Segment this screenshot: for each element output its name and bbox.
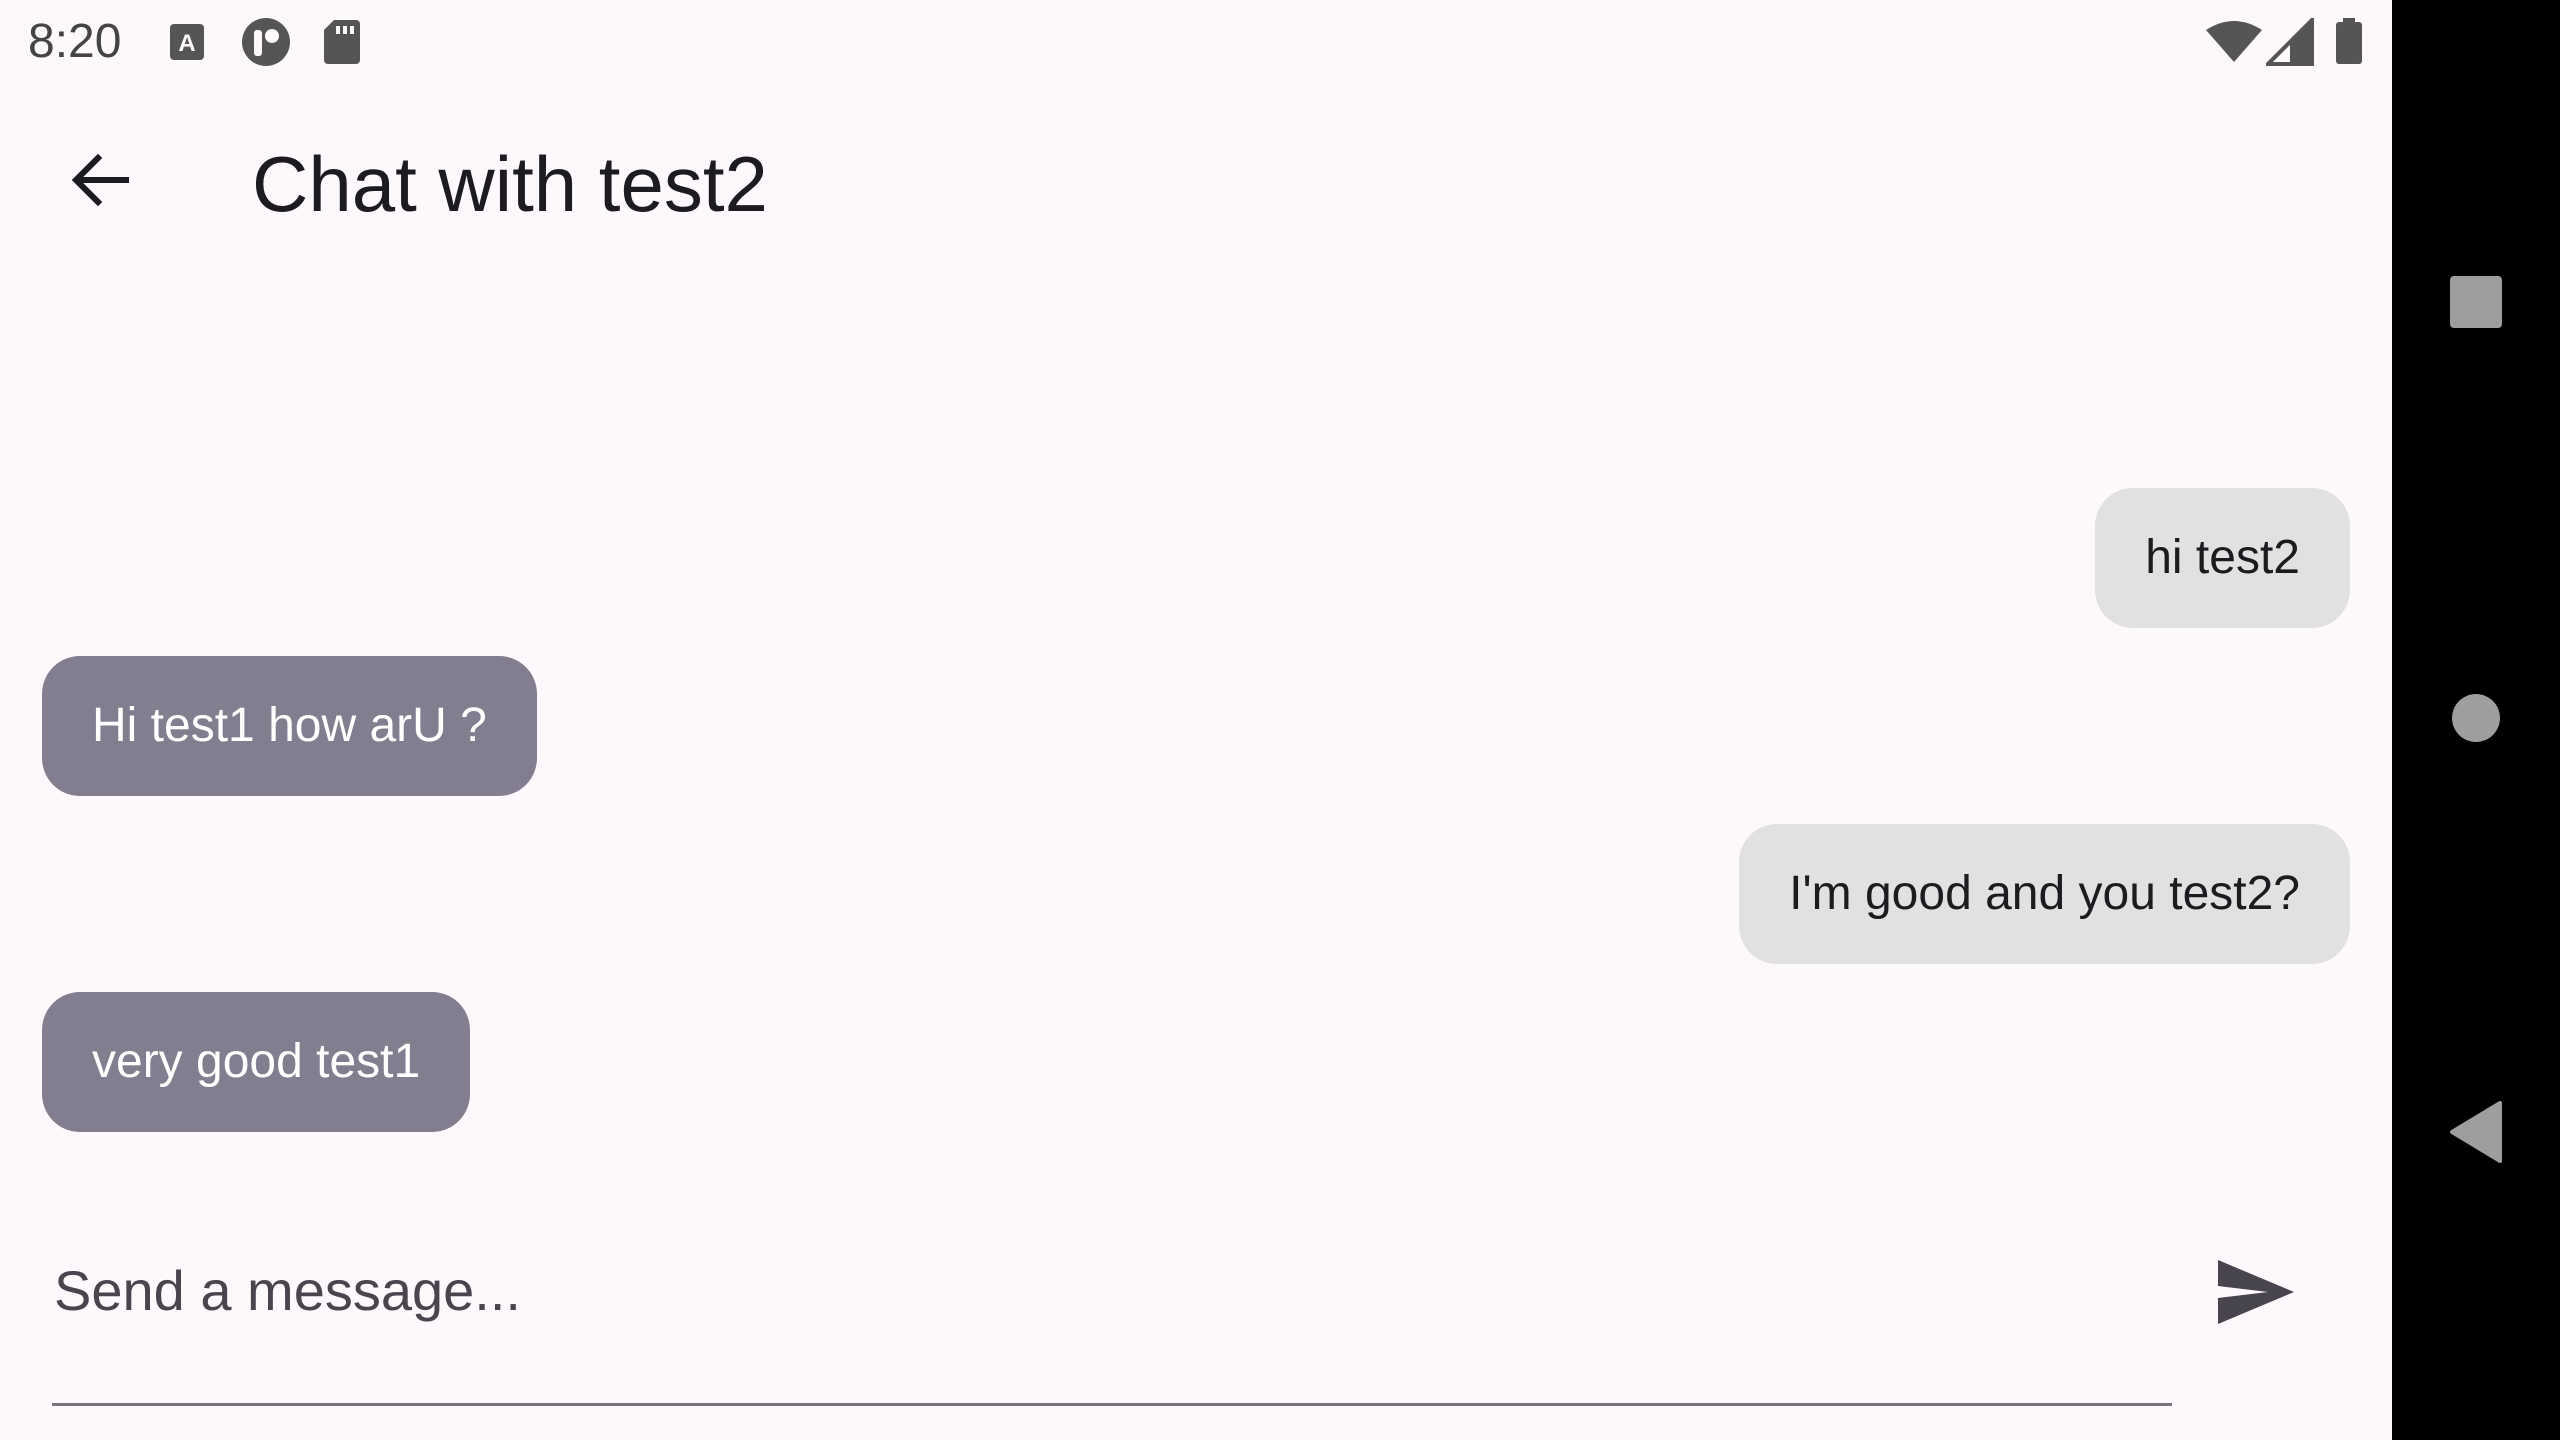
app-circle-icon [240,18,292,66]
status-time: 8:20 [28,15,122,68]
send-icon [2216,1258,2296,1331]
message-bubble-received: Hi test1 how arU ? [42,656,537,796]
back-button[interactable] [48,130,152,234]
message-bubble-sent: hi test2 [2095,488,2350,628]
system-navigation-bar [2392,0,2560,1440]
svg-text:A: A [178,30,195,57]
send-button[interactable] [2204,1242,2308,1346]
message-bubble-sent: I'm good and you test2? [1739,824,2350,964]
battery-icon [2334,18,2364,66]
recents-square-icon [2448,274,2504,335]
top-app-bar: Chat with test2 [0,84,2392,280]
home-button[interactable] [2392,660,2560,780]
home-circle-icon [2450,692,2502,749]
keyboard-a-icon: A [168,18,208,66]
chat-screen: 8:20 A Chat with test2 hi test2 Hi test1… [0,0,2392,1440]
status-bar: 8:20 A [0,0,2392,84]
input-underline [52,1403,2172,1406]
sd-card-icon [322,18,362,66]
arrow-back-icon [68,148,132,217]
recents-button[interactable] [2392,244,2560,364]
back-nav-button[interactable] [2392,1074,2560,1194]
cellular-signal-icon [2266,18,2314,66]
wifi-icon [2206,18,2262,66]
message-input[interactable] [54,1240,2170,1340]
message-bubble-received: very good test1 [42,992,471,1132]
page-title: Chat with test2 [252,140,768,228]
back-triangle-icon [2448,1100,2504,1168]
